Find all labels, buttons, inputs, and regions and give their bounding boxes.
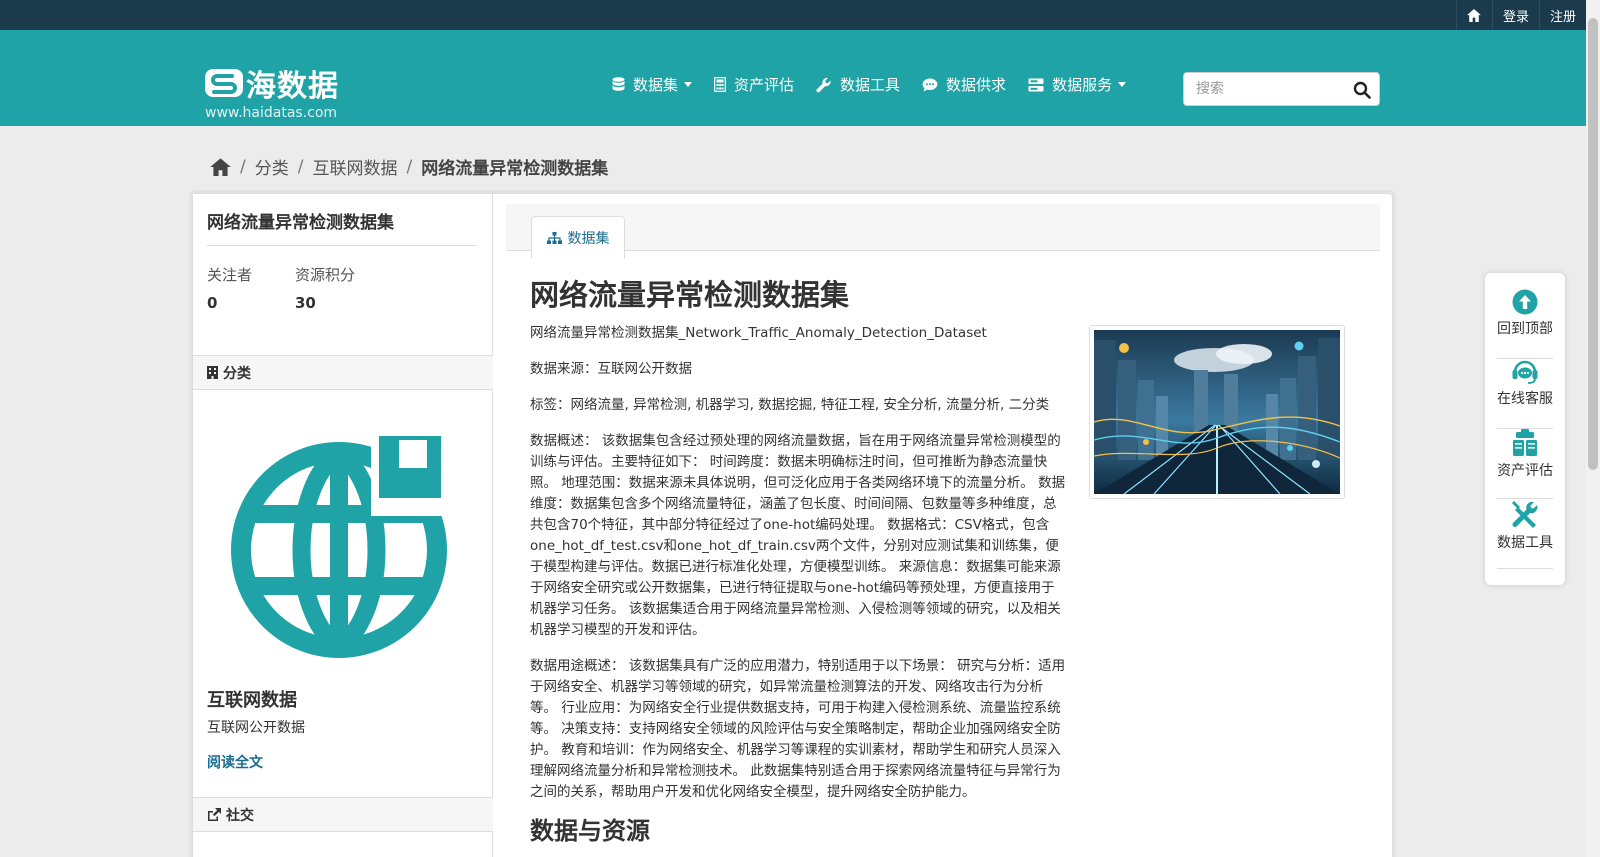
sidebar-title: 网络流量异常检测数据集 xyxy=(207,213,394,233)
breadcrumb-current[interactable]: 网络流量异常检测数据集 xyxy=(421,154,608,179)
org-name: 互联网数据 xyxy=(207,690,297,711)
sitemap-icon xyxy=(546,231,562,244)
breadcrumb-category[interactable]: 分类 xyxy=(255,154,289,179)
nav-asset-valuation-label: 资产评估 xyxy=(734,76,795,94)
chevron-down-icon xyxy=(684,82,693,87)
scrollbar-thumb[interactable] xyxy=(1588,18,1598,470)
nav-datasets-label: 数据集 xyxy=(633,76,679,94)
tab-dataset-label: 数据集 xyxy=(567,230,610,247)
nav-asset-valuation[interactable]: 资产评估 xyxy=(714,74,794,95)
tab-bar: 数据集 xyxy=(506,204,1380,259)
home-icon[interactable] xyxy=(210,157,231,176)
dataset-title: 网络流量异常检测数据集 xyxy=(530,278,850,312)
account-links: 登录 注册 xyxy=(1455,0,1586,30)
nav-data-tools-label: 数据工具 xyxy=(840,76,901,94)
home-icon xyxy=(1467,8,1482,22)
floating-toolbar: 回到顶部 在线客服 资产评估 数据工具 xyxy=(1485,273,1565,585)
back-to-top-label: 回到顶部 xyxy=(1497,321,1553,337)
globe-icon xyxy=(231,434,455,658)
nav-data-services-label: 数据服务 xyxy=(1052,76,1113,94)
data-resources-heading: 数据与资源 xyxy=(530,817,650,845)
data-tools-button[interactable]: 数据工具 xyxy=(1485,499,1565,569)
search-input[interactable] xyxy=(1184,73,1344,105)
nav-data-services[interactable]: 数据服务 xyxy=(1028,74,1127,95)
headset-icon xyxy=(1512,360,1538,384)
content-wrapper: 网络流量异常检测数据集 关注者 0 资源积分 30 分类 互联网数据 互联网公开… xyxy=(192,193,1393,857)
org-description: 互联网公开数据 xyxy=(207,720,305,736)
followers-stat: 关注者 0 xyxy=(207,264,252,312)
dataset-source: 数据来源：互联网公开数据 xyxy=(530,361,692,377)
points-label: 资源积分 xyxy=(295,266,356,284)
breadcrumb-separator: / xyxy=(406,156,413,177)
back-to-top-button[interactable]: 回到顶部 xyxy=(1485,289,1565,359)
breadcrumb-separator: / xyxy=(240,156,246,177)
data-tools-label: 数据工具 xyxy=(1497,535,1553,551)
asset-valuation-button[interactable]: 资产评估 xyxy=(1485,429,1565,499)
category-section-header: 分类 xyxy=(193,355,493,390)
divider xyxy=(207,245,477,246)
register-link[interactable]: 注册 xyxy=(1538,0,1586,30)
top-account-bar: 登录 注册 xyxy=(0,0,1586,30)
wrench-icon xyxy=(816,77,831,92)
chevron-down-icon xyxy=(1118,82,1127,87)
dataset-overview: 数据概述： 该数据集包含经过预处理的网络流量数据，旨在用于网络流量异常检测模型的… xyxy=(530,433,1066,638)
followers-value: 0 xyxy=(207,294,218,312)
brand-name: 海数据 xyxy=(246,69,339,104)
social-section-header: 社交 xyxy=(193,797,493,832)
brand-url: www.haidatas.com xyxy=(205,105,338,121)
dataset-main: 数据集 网络流量异常检测数据集 网络流量异常检测数据集_Network_Traf… xyxy=(494,194,1392,857)
home-link[interactable] xyxy=(1455,0,1492,30)
breadcrumb: / 分类 / 互联网数据 / 网络流量异常检测数据集 xyxy=(210,154,608,179)
category-heading: 分类 xyxy=(223,365,251,382)
read-more-link[interactable]: 阅读全文 xyxy=(207,752,263,772)
server-icon xyxy=(1028,78,1044,91)
breadcrumb-separator: / xyxy=(297,156,304,177)
points-stat: 资源积分 30 xyxy=(295,264,355,312)
building-icon xyxy=(207,366,218,379)
divider xyxy=(1497,568,1553,569)
asset-valuation-label: 资产评估 xyxy=(1497,463,1553,479)
calculator-icon xyxy=(714,77,727,92)
online-support-label: 在线客服 xyxy=(1497,391,1553,407)
login-link[interactable]: 登录 xyxy=(1491,0,1539,30)
nav-data-supply-label: 数据供求 xyxy=(946,76,1007,94)
social-heading: 社交 xyxy=(226,807,254,824)
points-value: 30 xyxy=(295,294,316,312)
dataset-sidebar: 网络流量异常检测数据集 关注者 0 资源积分 30 分类 互联网数据 互联网公开… xyxy=(193,194,493,857)
nav-datasets[interactable]: 数据集 xyxy=(612,74,693,95)
database-icon xyxy=(612,77,625,91)
dataset-description: 网络流量异常检测数据集_Network_Traffic_Anomaly_Dete… xyxy=(530,323,1066,818)
followers-label: 关注者 xyxy=(207,266,253,284)
dataset-tags: 标签：网络流量, 异常检测, 机器学习, 数据挖掘, 特征工程, 安全分析, 流… xyxy=(530,397,1050,413)
search-box xyxy=(1183,72,1380,106)
search-icon[interactable] xyxy=(1353,81,1371,99)
arrow-up-circle-icon xyxy=(1512,289,1538,315)
share-icon xyxy=(208,808,221,821)
clipboard-icon xyxy=(1513,429,1537,456)
network-city-image xyxy=(1093,330,1341,495)
comment-icon xyxy=(922,78,938,91)
dataset-full-name: 网络流量异常检测数据集_Network_Traffic_Anomaly_Dete… xyxy=(530,325,987,341)
masthead: 海数据 www.haidatas.com 数据集 资产评估 数据工具 数据供求 … xyxy=(0,30,1586,126)
dataset-thumbnail[interactable] xyxy=(1089,325,1345,499)
breadcrumb-internet-data[interactable]: 互联网数据 xyxy=(312,154,397,179)
logo-mark-icon xyxy=(205,69,243,97)
site-logo[interactable]: 海数据 xyxy=(205,61,339,105)
nav-data-tools[interactable]: 数据工具 xyxy=(816,74,900,95)
main-nav: 数据集 资产评估 数据工具 数据供求 数据服务 xyxy=(612,74,1148,95)
tools-icon xyxy=(1512,501,1538,528)
online-support-button[interactable]: 在线客服 xyxy=(1485,359,1565,429)
tab-dataset[interactable]: 数据集 xyxy=(531,216,625,259)
nav-data-supply[interactable]: 数据供求 xyxy=(922,74,1006,95)
dataset-usage: 数据用途概述： 该数据集具有广泛的应用潜力，特别适用于以下场景： 研究与分析：适… xyxy=(530,658,1066,800)
